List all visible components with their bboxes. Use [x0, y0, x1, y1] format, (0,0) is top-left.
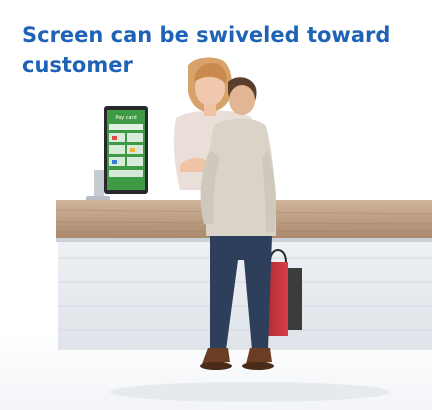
floor-shadow: [110, 382, 390, 402]
caption-headline: Screen can be swiveled toward customer: [22, 23, 391, 77]
promo-image-card: Screen can be swiveled toward customer P…: [0, 0, 432, 410]
kiosk-screen-header: Pay card: [115, 115, 136, 121]
kiosk-device: Pay card: [86, 106, 148, 202]
kiosk-stand: [94, 170, 104, 198]
